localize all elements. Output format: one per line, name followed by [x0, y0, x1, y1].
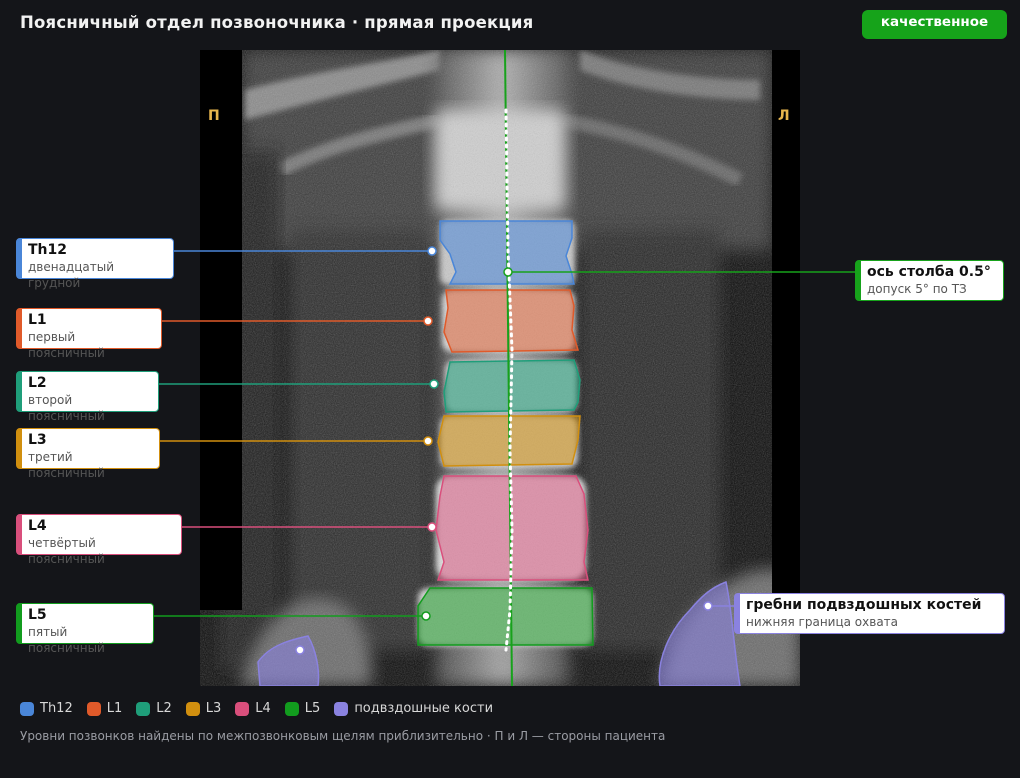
callout-l2-desc: второй поясничный	[28, 393, 105, 423]
xray-drawing	[200, 50, 800, 686]
callout-l5-name: L5	[28, 607, 47, 623]
legend-item-iliac[interactable]: подвздошные кости	[334, 701, 493, 716]
callout-axis-name: ось столба 0.5°	[867, 264, 991, 280]
callout-l5[interactable]: L5 пятый поясничный	[16, 603, 154, 655]
quality-status-badge: качественное	[862, 10, 1007, 39]
callout-th12[interactable]: Th12 двенадцатый грудной	[16, 238, 174, 290]
callout-l4[interactable]: L4 четвёртый поясничный	[16, 514, 182, 566]
callout-l2[interactable]: L2 второй поясничный	[16, 371, 159, 423]
callout-th12-desc: двенадцатый грудной	[28, 260, 115, 290]
callout-l4-desc: четвёртый поясничный	[28, 536, 105, 566]
callout-l5-desc: пятый поясничный	[28, 625, 105, 655]
callout-l3-desc: третий поясничный	[28, 450, 105, 480]
callout-l3-name: L3	[28, 432, 47, 448]
legend-label: L4	[255, 701, 271, 716]
callout-l4-name: L4	[28, 518, 47, 534]
legend-label: L3	[205, 701, 222, 716]
callout-l3[interactable]: L3 третий поясничный	[16, 428, 160, 480]
legend-item-th12[interactable]: Th12	[20, 701, 73, 716]
legend-item-l5[interactable]: L5	[284, 701, 321, 716]
callout-l1[interactable]: L1 первый поясничный	[16, 308, 162, 360]
callout-column-axis[interactable]: ось столба 0.5° допуск 5° по ТЗ	[855, 260, 1004, 301]
legend-swatch	[20, 701, 34, 716]
legend-swatch	[334, 701, 349, 716]
callout-iliac-desc: нижняя граница охвата	[746, 615, 899, 629]
legend-label: L5	[304, 701, 321, 716]
legend-swatch	[235, 701, 250, 716]
footnote: Уровни позвонков найдены по межпозвонков…	[20, 729, 666, 743]
patient-right-side-label: П	[208, 108, 220, 124]
xray-image[interactable]: П Л	[200, 50, 800, 686]
legend-item-l3[interactable]: L3	[185, 701, 222, 716]
legend: Th12 L1 L2 L3 L4 L5 подвздошные кости	[20, 701, 493, 716]
legend-swatch	[86, 701, 101, 716]
legend-item-l2[interactable]: L2	[136, 701, 172, 716]
mask-l5	[417, 587, 594, 646]
legend-label: L2	[156, 701, 172, 716]
callout-axis-desc: допуск 5° по ТЗ	[867, 282, 967, 296]
callout-l2-name: L2	[28, 375, 47, 391]
callout-th12-name: Th12	[28, 242, 67, 258]
legend-swatch	[185, 701, 200, 716]
callout-l1-desc: первый поясничный	[28, 330, 105, 360]
page-title: Поясничный отдел позвоночника · прямая п…	[20, 13, 534, 32]
callout-iliac-crests[interactable]: гребни подвздошных костей нижняя граница…	[734, 593, 1005, 634]
legend-item-l4[interactable]: L4	[235, 701, 271, 716]
legend-label: подвздошные кости	[354, 701, 494, 716]
patient-left-side-label: Л	[778, 108, 790, 124]
callout-l1-name: L1	[28, 312, 47, 328]
callout-iliac-name: гребни подвздошных костей	[746, 597, 982, 613]
legend-swatch	[136, 701, 151, 716]
legend-item-l1[interactable]: L1	[86, 701, 123, 716]
legend-swatch	[284, 701, 299, 716]
legend-label: L1	[106, 701, 123, 716]
legend-label: Th12	[40, 701, 73, 716]
